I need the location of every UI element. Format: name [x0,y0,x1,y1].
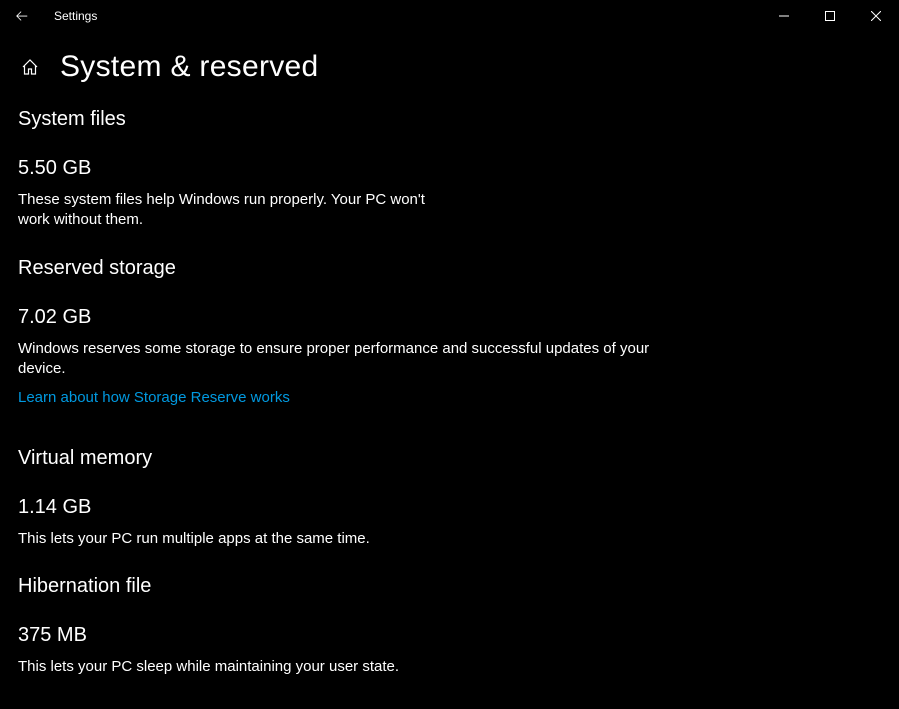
maximize-icon [825,11,835,21]
reserved-storage-title: Reserved storage [18,257,881,280]
page-header: System & reserved [0,32,899,108]
hibernation-file-title: Hibernation file [18,575,881,598]
close-button[interactable] [853,0,899,32]
maximize-button[interactable] [807,0,853,32]
titlebar: Settings [0,0,899,32]
reserved-storage-learn-link[interactable]: Learn about how Storage Reserve works [18,389,290,406]
system-files-desc: These system files help Windows run prop… [18,190,438,231]
titlebar-title: Settings [54,9,97,23]
reserved-storage-desc: Windows reserves some storage to ensure … [18,339,678,380]
reserved-storage-value: 7.02 GB [18,306,881,329]
hibernation-file-value: 375 MB [18,624,881,647]
virtual-memory-title: Virtual memory [18,447,881,470]
home-button[interactable] [18,55,42,79]
minimize-icon [779,11,789,21]
home-icon [21,58,39,76]
virtual-memory-value: 1.14 GB [18,496,881,519]
system-files-title: System files [18,108,881,131]
close-icon [871,11,881,21]
back-button[interactable] [8,0,36,32]
hibernation-file-desc: This lets your PC sleep while maintainin… [18,657,678,677]
minimize-button[interactable] [761,0,807,32]
content-area: System files 5.50 GB These system files … [0,108,899,678]
section-hibernation-file: Hibernation file 375 MB This lets your P… [18,575,881,677]
system-files-value: 5.50 GB [18,157,881,180]
section-reserved-storage: Reserved storage 7.02 GB Windows reserve… [18,257,881,408]
window-controls [761,0,899,32]
virtual-memory-desc: This lets your PC run multiple apps at t… [18,529,678,549]
section-system-files: System files 5.50 GB These system files … [18,108,881,231]
section-virtual-memory: Virtual memory 1.14 GB This lets your PC… [18,447,881,549]
page-title: System & reserved [60,50,319,84]
back-arrow-icon [15,9,29,23]
